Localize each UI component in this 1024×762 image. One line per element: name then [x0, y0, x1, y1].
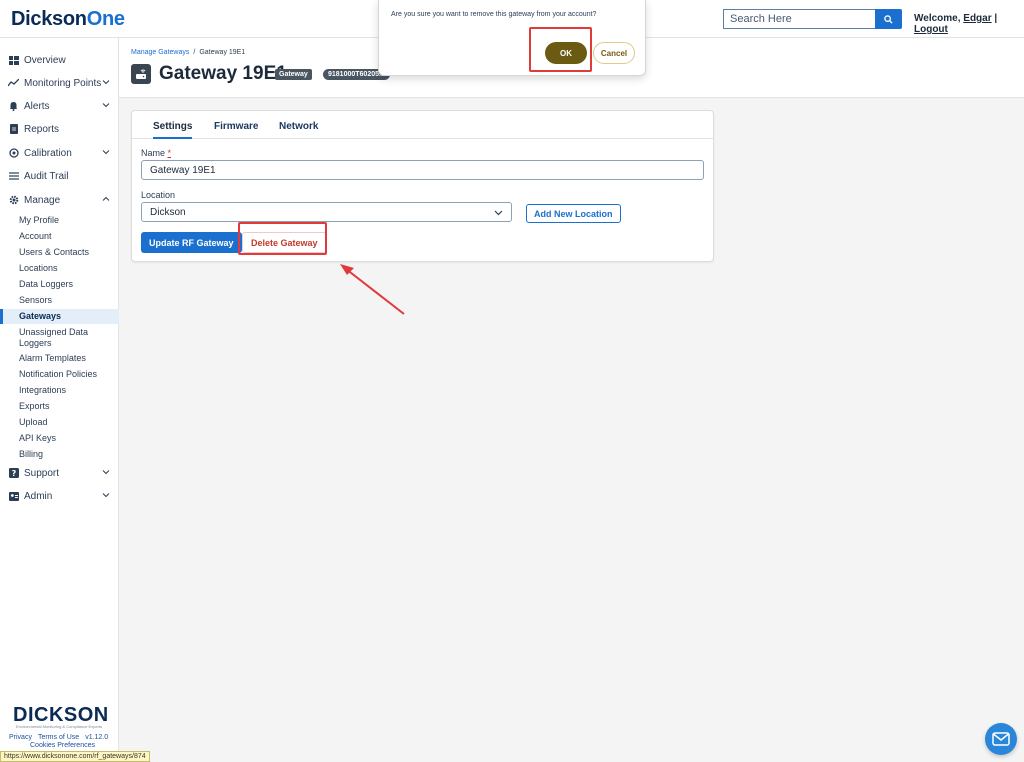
terms-link[interactable]: Terms of Use [38, 734, 79, 741]
document-icon [8, 124, 19, 135]
target-icon [8, 148, 19, 159]
sidebar-sub-account[interactable]: Account [0, 231, 119, 242]
breadcrumb-current: Gateway 19E1 [199, 49, 246, 56]
id-card-icon [8, 491, 19, 502]
chevron-down-icon [102, 150, 110, 155]
question-icon: ? [8, 468, 19, 479]
sidebar-item-admin[interactable]: Admin [0, 487, 119, 505]
sidebar-sub-unassigned-data-loggers[interactable]: Unassigned Data Loggers [0, 327, 100, 349]
privacy-link[interactable]: Privacy [9, 734, 32, 741]
sidebar-item-label: Admin [24, 490, 53, 502]
sidebar-item-label: Alerts [24, 100, 50, 112]
sidebar-item-support[interactable]: ? Support [0, 464, 119, 482]
svg-text:?: ? [11, 469, 16, 478]
search-icon [884, 14, 893, 24]
search-input[interactable] [723, 9, 875, 29]
sidebar-item-label: Calibration [24, 147, 72, 159]
status-bar-url: https://www.dicksonone.com/rf_gateways/8… [0, 751, 150, 762]
sidebar-item-alerts[interactable]: Alerts [0, 97, 119, 115]
name-field[interactable]: Gateway 19E1 [141, 160, 704, 180]
bell-icon [8, 101, 19, 112]
sidebar-sub-alarm-templates[interactable]: Alarm Templates [0, 353, 119, 364]
sidebar-item-audit-trail[interactable]: Audit Trail [0, 167, 119, 185]
name-label: Name * [141, 148, 172, 158]
sidebar-sub-upload[interactable]: Upload [0, 417, 119, 428]
confirm-dialog: Are you sure you want to remove this gat… [378, 0, 646, 76]
logout-link[interactable]: Logout [914, 24, 948, 35]
location-label: Location [141, 190, 176, 200]
sidebar-item-overview[interactable]: Overview [0, 51, 119, 69]
gear-icon [8, 195, 19, 206]
chevron-down-icon [102, 103, 110, 108]
gateway-icon [131, 64, 151, 84]
sidebar-item-label: Audit Trail [24, 170, 69, 182]
list-icon [8, 171, 19, 182]
tab-bar: Settings Firmware Network [132, 111, 713, 139]
cancel-button[interactable]: Cancel [593, 42, 635, 64]
sidebar-item-label: Manage [24, 194, 61, 206]
dialog-message: Are you sure you want to remove this gat… [391, 11, 597, 18]
user-link[interactable]: Edgar [963, 13, 991, 24]
sidebar-sub-locations[interactable]: Locations [0, 263, 119, 274]
chevron-up-icon [102, 196, 110, 201]
footer-links: Privacy Terms of Use v1.12.0 [9, 734, 114, 741]
update-rf-gateway-button[interactable]: Update RF Gateway [141, 232, 242, 253]
type-badge: Gateway [275, 69, 312, 80]
grid-icon [8, 55, 19, 66]
trend-icon [8, 78, 19, 89]
chevron-down-icon [102, 470, 110, 475]
sidebar-sub-integrations[interactable]: Integrations [0, 385, 119, 396]
highlight-box-ok [529, 27, 592, 72]
footer-tagline: Environmental Monitoring & Compliance Ex… [15, 724, 103, 729]
sidebar-item-label: Support [24, 467, 60, 479]
sidebar-item-monitoring-points[interactable]: Monitoring Points [0, 74, 119, 92]
version-text: v1.12.0 [85, 734, 109, 741]
sidebar-sub-users-contacts[interactable]: Users & Contacts [0, 247, 119, 258]
tab-network[interactable]: Network [279, 121, 318, 132]
sidebar-sub-exports[interactable]: Exports [0, 401, 119, 412]
sidebar-item-reports[interactable]: Reports [0, 120, 119, 138]
sidebar-sub-api-keys[interactable]: API Keys [0, 433, 119, 444]
tab-firmware[interactable]: Firmware [214, 121, 258, 132]
sidebar-sub-gateways[interactable]: Gateways [0, 309, 119, 324]
chevron-down-icon [494, 210, 503, 216]
gateway-settings-card: Settings Firmware Network Name * Gateway… [131, 110, 714, 262]
sidebar-sub-data-loggers[interactable]: Data Loggers [0, 279, 119, 290]
tab-settings[interactable]: Settings [153, 121, 193, 139]
search-button[interactable] [875, 9, 902, 29]
sidebar-sub-notification-policies[interactable]: Notification Policies [0, 369, 119, 380]
search-bar [723, 9, 902, 29]
location-select[interactable]: Dickson [141, 202, 512, 222]
breadcrumb: Manage Gateways / Gateway 19E1 [131, 49, 246, 56]
sidebar-item-calibration[interactable]: Calibration [0, 144, 119, 162]
mail-icon [992, 732, 1010, 746]
location-selected-value: Dickson [150, 207, 186, 218]
chat-button[interactable] [985, 723, 1017, 755]
sidebar-item-manage[interactable]: Manage [0, 191, 119, 209]
sidebar-sub-billing[interactable]: Billing [0, 449, 119, 460]
sidebar-item-label: Overview [24, 54, 66, 66]
chevron-down-icon [102, 493, 110, 498]
app-logo[interactable]: DicksonOne [11, 8, 125, 31]
sidebar-item-label: Reports [24, 123, 60, 135]
chevron-down-icon [102, 80, 110, 85]
sidebar-item-label: Monitoring Points [24, 77, 102, 89]
sidebar-sub-sensors[interactable]: Sensors [0, 295, 119, 306]
cookies-link[interactable]: Cookies Preferences [30, 742, 95, 749]
sidebar: Overview Monitoring Points Alerts Report… [0, 38, 119, 762]
breadcrumb-manage-gateways[interactable]: Manage Gateways [131, 49, 189, 56]
page-title: Gateway 19E1 [159, 63, 287, 84]
highlight-box-delete [238, 222, 327, 255]
welcome-text: Welcome, Edgar | Logout [914, 13, 998, 35]
add-new-location-button[interactable]: Add New Location [526, 204, 621, 223]
sidebar-sub-my-profile[interactable]: My Profile [0, 215, 119, 226]
